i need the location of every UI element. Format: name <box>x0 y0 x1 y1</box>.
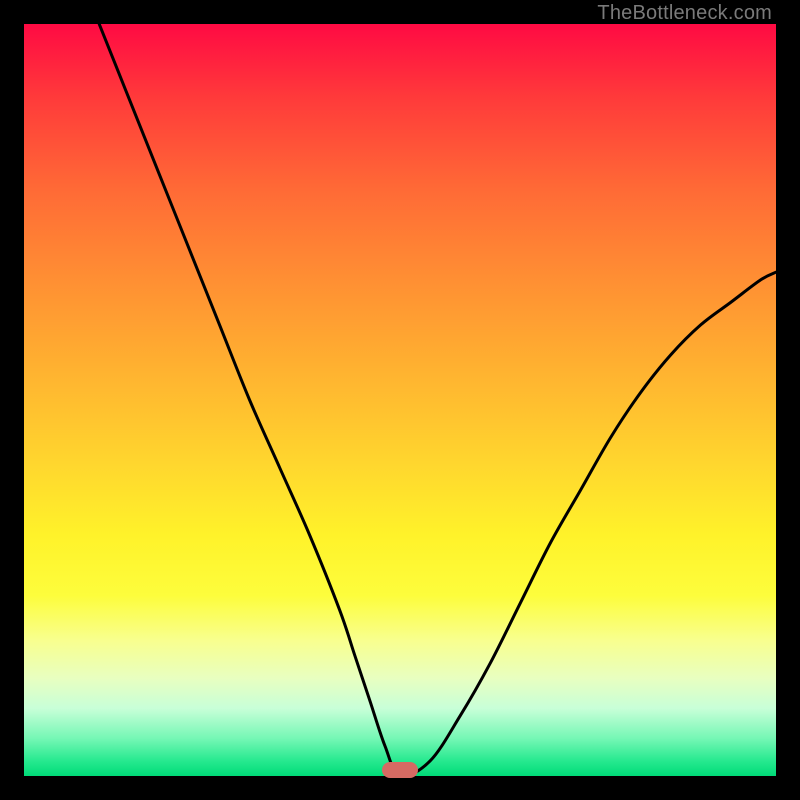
bottleneck-curve <box>24 24 776 776</box>
plot-area <box>24 24 776 776</box>
watermark-text: TheBottleneck.com <box>597 2 772 25</box>
optimum-marker <box>382 762 418 778</box>
chart-frame: TheBottleneck.com <box>0 0 800 800</box>
